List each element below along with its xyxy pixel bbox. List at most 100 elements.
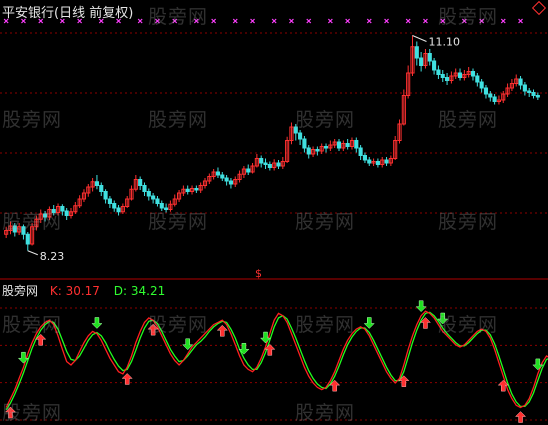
candle-body bbox=[220, 174, 225, 179]
candle-body bbox=[298, 132, 303, 140]
candle-body bbox=[479, 81, 484, 89]
candle-body bbox=[336, 141, 342, 149]
candle-body bbox=[384, 159, 389, 164]
buy-arrow-icon bbox=[216, 324, 228, 337]
candle-body bbox=[107, 198, 112, 204]
watermark: 股旁网 bbox=[438, 314, 499, 336]
candle-body bbox=[259, 158, 264, 164]
watermark: 股旁网 bbox=[148, 109, 209, 131]
buy-arrow-icon bbox=[514, 411, 527, 423]
high-pointer bbox=[412, 35, 427, 42]
candle-body bbox=[427, 53, 432, 62]
signal-cross-mark bbox=[271, 18, 277, 24]
watermark: 股旁网 bbox=[438, 211, 499, 233]
candle-body bbox=[522, 84, 527, 92]
candle-body bbox=[367, 159, 372, 164]
signal-cross-mark bbox=[232, 18, 238, 24]
signal-cross-mark bbox=[306, 18, 312, 24]
watermark: 股旁网 bbox=[148, 211, 209, 233]
signal-cross-mark bbox=[345, 18, 351, 24]
high-label: 11.10 bbox=[428, 36, 460, 49]
watermark: 股旁网 bbox=[295, 314, 356, 336]
candle-body bbox=[146, 191, 151, 197]
candle-body bbox=[224, 177, 229, 182]
candle-body bbox=[362, 155, 367, 161]
watermark: 股旁网 bbox=[2, 109, 63, 131]
candle-body bbox=[419, 57, 424, 66]
watermark: 股旁网 bbox=[2, 314, 63, 336]
candle-body bbox=[475, 75, 480, 83]
signal-cross-mark bbox=[289, 18, 294, 24]
candle-body bbox=[445, 77, 450, 81]
indicator-name: 股旁网 bbox=[2, 284, 39, 298]
watermark: 股旁网 bbox=[2, 211, 63, 233]
candle-body bbox=[518, 78, 523, 86]
candle-body bbox=[440, 74, 445, 78]
signal-cross-mark bbox=[405, 18, 411, 24]
low-label: 8.23 bbox=[40, 250, 65, 263]
candle-body bbox=[302, 138, 307, 149]
sell-arrow-icon bbox=[91, 317, 103, 329]
candle-body bbox=[306, 147, 311, 155]
d-value-label: D: 34.21 bbox=[113, 284, 166, 298]
candle-body bbox=[94, 181, 99, 186]
candle-body bbox=[345, 143, 350, 147]
watermark: 股旁网 bbox=[148, 6, 209, 28]
candle-body bbox=[112, 203, 117, 209]
watermark: 股旁网 bbox=[295, 402, 356, 424]
sell-arrow-icon bbox=[363, 317, 375, 329]
candle-body bbox=[535, 95, 540, 98]
candle-body bbox=[527, 90, 532, 93]
candle-body bbox=[185, 188, 190, 192]
candle-body bbox=[432, 60, 437, 71]
watermark: 股旁网 bbox=[295, 211, 356, 233]
sell-arrow-icon bbox=[415, 300, 427, 313]
k-value-label: K: 30.17 bbox=[49, 284, 100, 298]
candle-body bbox=[358, 147, 363, 156]
watermark: 股旁网 bbox=[295, 109, 356, 131]
watermark: 股旁网 bbox=[438, 109, 499, 131]
signal-cross-mark bbox=[327, 18, 333, 24]
candle-body bbox=[25, 233, 30, 245]
candle-body bbox=[155, 198, 160, 204]
signal-cross-mark bbox=[366, 18, 372, 24]
candle-body bbox=[470, 71, 476, 77]
candle-body bbox=[492, 96, 497, 102]
signal-cross-mark bbox=[211, 18, 217, 24]
signal-cross-mark bbox=[137, 18, 143, 24]
candle-body bbox=[276, 162, 281, 167]
candle-body bbox=[414, 46, 419, 59]
dollar-marker-icon: $ bbox=[255, 267, 262, 280]
candle-body bbox=[375, 161, 380, 165]
candle-body bbox=[531, 92, 536, 96]
indicator-header: 股旁网 K: 30.17 D: 34.21 bbox=[2, 282, 165, 299]
candle-body bbox=[194, 188, 199, 191]
candle-body bbox=[246, 168, 251, 173]
candle-body bbox=[215, 171, 221, 176]
candle-body bbox=[488, 93, 493, 98]
candle-body bbox=[151, 195, 156, 200]
candle-body bbox=[142, 185, 147, 192]
candle-body bbox=[64, 210, 69, 216]
signal-cross-mark bbox=[250, 18, 255, 24]
low-pointer bbox=[27, 250, 38, 256]
watermark: 股旁网 bbox=[438, 6, 499, 28]
candle-body bbox=[138, 179, 143, 186]
signal-cross-mark bbox=[423, 18, 428, 24]
candle-body bbox=[354, 140, 359, 149]
candle-body bbox=[483, 87, 489, 95]
candle-body bbox=[457, 72, 463, 78]
candle-body bbox=[315, 149, 320, 152]
signal-cross-mark bbox=[518, 18, 523, 24]
candle-body bbox=[263, 162, 268, 165]
candle-body bbox=[116, 207, 121, 213]
candle-body bbox=[267, 164, 272, 168]
candle-body bbox=[99, 185, 104, 192]
candle-body bbox=[436, 69, 441, 75]
candle-body bbox=[323, 146, 329, 149]
candle-body bbox=[228, 180, 233, 185]
watermark: 股旁网 bbox=[2, 402, 63, 424]
stock-title: 平安银行(日线 前复权) bbox=[2, 6, 134, 21]
signal-cross-mark bbox=[500, 18, 506, 24]
watermark: 股旁网 bbox=[148, 314, 209, 336]
